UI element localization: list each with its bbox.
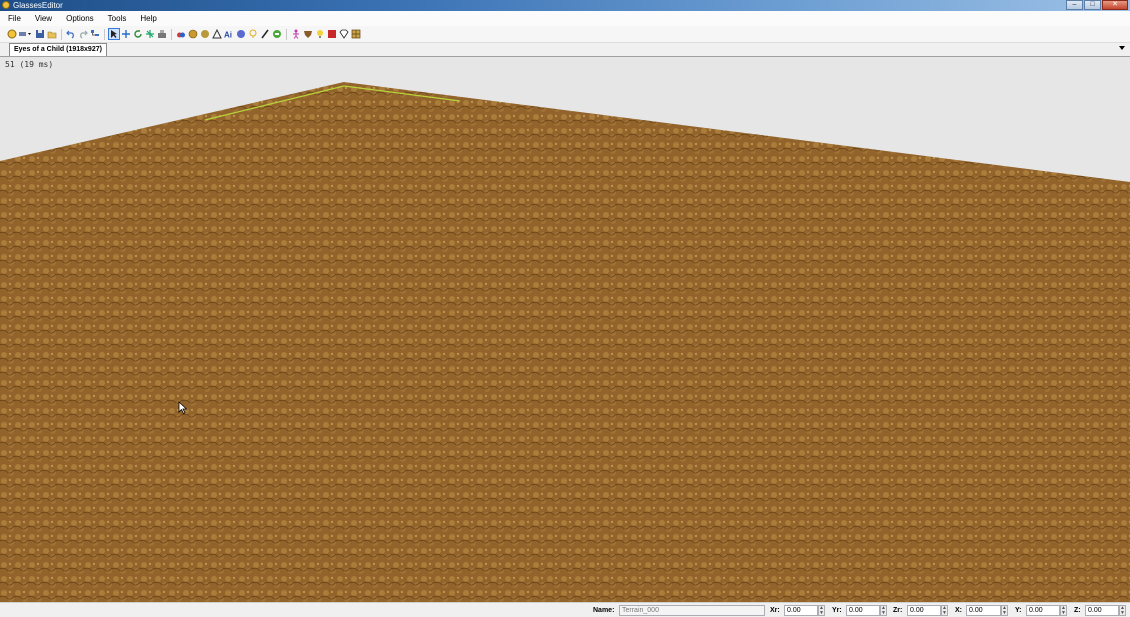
xr-field[interactable]: 0.00 bbox=[784, 605, 818, 616]
menu-file[interactable]: File bbox=[0, 11, 27, 26]
name-field[interactable]: Terrain_000 bbox=[619, 605, 765, 616]
add-character-icon[interactable] bbox=[291, 29, 301, 39]
add-trigger-icon[interactable] bbox=[272, 29, 282, 39]
tab-eyes-of-a-child[interactable]: Eyes of a Child (1918x927) bbox=[9, 43, 107, 56]
window-controls: – □ ✕ bbox=[1065, 0, 1128, 10]
yr-spinner[interactable]: ▲ ▼ bbox=[880, 605, 887, 616]
add-grid-icon[interactable] bbox=[351, 29, 361, 39]
open-scene-icon[interactable] bbox=[7, 29, 17, 39]
close-button[interactable]: ✕ bbox=[1102, 0, 1128, 10]
add-box-icon[interactable] bbox=[327, 29, 337, 39]
y-label: Y: bbox=[1015, 607, 1022, 614]
menu-options[interactable]: Options bbox=[58, 11, 100, 26]
zr-field[interactable]: 0.00 bbox=[907, 605, 941, 616]
minimize-button[interactable]: – bbox=[1066, 0, 1083, 10]
zr-label: Zr: bbox=[893, 607, 903, 614]
xr-label: Xr: bbox=[770, 607, 780, 614]
add-circle-icon[interactable] bbox=[236, 29, 246, 39]
redo-icon[interactable] bbox=[78, 29, 88, 39]
z-spinner[interactable]: ▲ ▼ bbox=[1119, 605, 1126, 616]
ai-icon[interactable]: Ai bbox=[224, 29, 234, 40]
move-icon[interactable] bbox=[121, 29, 131, 39]
terrain-tool-icon[interactable] bbox=[157, 29, 167, 39]
fps-counter: 51 (19 ms) bbox=[5, 60, 54, 69]
paint-brush-icon[interactable] bbox=[260, 29, 270, 39]
y-spinner[interactable]: ▲ ▼ bbox=[1060, 605, 1067, 616]
terrain-render bbox=[0, 57, 1130, 602]
menu-tools[interactable]: Tools bbox=[100, 11, 133, 26]
rotate-icon[interactable] bbox=[133, 29, 143, 39]
toolbar-separator bbox=[61, 28, 62, 40]
open-folder-icon[interactable] bbox=[47, 29, 57, 39]
add-light-icon[interactable] bbox=[248, 29, 258, 39]
scene-viewport[interactable]: 51 (19 ms) bbox=[0, 57, 1130, 602]
dropdown-arrow-icon[interactable] bbox=[18, 29, 32, 39]
select-arrow-icon[interactable] bbox=[108, 28, 120, 40]
app-icon bbox=[2, 1, 10, 9]
z-label: Z: bbox=[1074, 607, 1081, 614]
toolbar-separator bbox=[171, 28, 172, 40]
hierarchy-icon[interactable] bbox=[90, 29, 100, 39]
yr-field[interactable]: 0.00 bbox=[846, 605, 880, 616]
undo-icon[interactable] bbox=[66, 29, 76, 39]
add-gem-icon[interactable] bbox=[339, 29, 349, 39]
save-icon[interactable] bbox=[35, 29, 45, 39]
add-bulb-icon[interactable] bbox=[315, 29, 325, 39]
z-field[interactable]: 0.00 bbox=[1085, 605, 1119, 616]
svg-text:Ai: Ai bbox=[224, 31, 232, 40]
add-mesh-icon[interactable] bbox=[188, 29, 198, 39]
status-bar: Name: Terrain_000 Xr: 0.00 ▲ ▼ Yr: 0.00 ▲… bbox=[0, 602, 1130, 617]
xr-spinner[interactable]: ▲ ▼ bbox=[818, 605, 825, 616]
add-shield-icon[interactable] bbox=[303, 29, 313, 39]
toolbar-separator bbox=[286, 28, 287, 40]
toolbar: Ai bbox=[0, 26, 1130, 43]
document-tab-strip: Eyes of a Child (1918x927) bbox=[0, 43, 1130, 57]
menu-help[interactable]: Help bbox=[132, 11, 162, 26]
add-sphere-icon[interactable] bbox=[200, 29, 210, 39]
x-field[interactable]: 0.00 bbox=[966, 605, 1001, 616]
toolbar-separator bbox=[104, 28, 105, 40]
x-spinner[interactable]: ▲ ▼ bbox=[1001, 605, 1008, 616]
menu-bar: File View Options Tools Help bbox=[0, 11, 1130, 26]
x-label: X: bbox=[955, 607, 962, 614]
add-objects-icon[interactable] bbox=[176, 29, 186, 39]
yr-label: Yr: bbox=[832, 607, 842, 614]
mouse-cursor-icon bbox=[178, 401, 188, 415]
tab-list-dropdown-icon[interactable] bbox=[1119, 46, 1125, 50]
name-label: Name: bbox=[593, 607, 615, 614]
y-field[interactable]: 0.00 bbox=[1026, 605, 1060, 616]
add-tree-icon[interactable] bbox=[212, 29, 222, 39]
maximize-button[interactable]: □ bbox=[1084, 0, 1101, 10]
title-bar: GlassesEditor – □ ✕ bbox=[0, 0, 1130, 11]
window-title: GlassesEditor bbox=[13, 1, 63, 10]
scale-icon[interactable] bbox=[145, 29, 155, 39]
menu-view[interactable]: View bbox=[27, 11, 58, 26]
zr-spinner[interactable]: ▲ ▼ bbox=[941, 605, 948, 616]
